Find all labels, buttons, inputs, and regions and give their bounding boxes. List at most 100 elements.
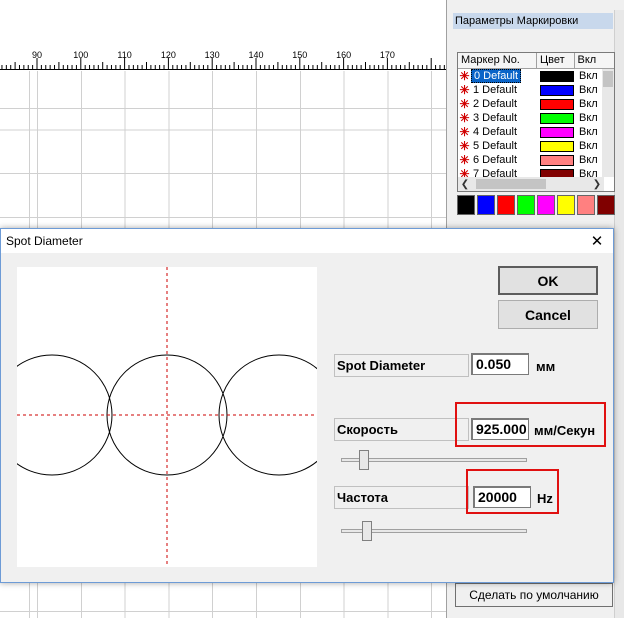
spot-diameter-label: Spot Diameter (334, 354, 469, 377)
ruler-tick-label: 90 (31, 50, 43, 60)
marker-name: 2 Default (473, 98, 518, 110)
marker-on-cell[interactable]: Вкл (576, 126, 604, 138)
ruler-tick-label: 160 (336, 50, 352, 60)
marker-color-swatch (540, 126, 574, 138)
marker-star-icon: ✳ (459, 69, 470, 83)
marker-table-vertical-scrollbar[interactable] (602, 69, 614, 177)
marker-name: 0 Default (471, 69, 522, 83)
palette-swatch[interactable] (477, 195, 495, 215)
marker-color-swatch (540, 84, 574, 96)
marker-star-icon: ✳ (459, 111, 470, 125)
panel-title: Параметры Маркировки (453, 13, 613, 29)
marker-table-row[interactable]: ✳ 2 Default Вкл (458, 97, 614, 111)
spot-diameter-unit: мм (536, 359, 556, 374)
marker-table-row[interactable]: ✳ 1 Default Вкл (458, 83, 614, 97)
color-palette (457, 195, 615, 215)
ruler-tick-label: 140 (248, 50, 264, 60)
marker-table-row[interactable]: ✳ 0 Default Вкл (458, 69, 614, 83)
speed-highlight-box (455, 402, 606, 447)
ok-button[interactable]: OK (498, 266, 598, 295)
marker-name-cell: ✳ 5 Default (458, 139, 538, 153)
marker-name-cell: ✳ 4 Default (458, 125, 538, 139)
marker-on-cell[interactable]: Вкл (576, 98, 604, 110)
marker-on-cell[interactable]: Вкл (576, 140, 604, 152)
marker-star-icon: ✳ (459, 83, 470, 97)
ruler-tick-label: 110 (117, 50, 132, 60)
marker-table-body: ✳ 0 Default Вкл ✳ 1 Default Вкл ✳ 2 Default Вкл ✳… (458, 69, 614, 181)
chevron-left-icon[interactable]: ❮ (458, 179, 472, 190)
marker-name-cell: ✳ 2 Default (458, 97, 538, 111)
marker-name: 3 Default (473, 112, 518, 124)
marker-color-cell[interactable] (538, 84, 576, 97)
dialog-titlebar[interactable]: Spot Diameter ✕ (1, 229, 613, 253)
column-header-marker[interactable]: Маркер No. (458, 53, 537, 68)
marker-color-swatch (540, 154, 574, 166)
marker-table-row[interactable]: ✳ 6 Default Вкл (458, 153, 614, 167)
marker-name-cell: ✳ 0 Default (458, 69, 538, 83)
marker-star-icon: ✳ (459, 153, 470, 167)
marker-color-cell[interactable] (538, 70, 576, 83)
marker-name-cell: ✳ 3 Default (458, 111, 538, 125)
palette-swatch[interactable] (577, 195, 595, 215)
marker-table: Маркер No. Цвет Вкл ✳ 0 Default Вкл ✳ 1 Defa… (457, 52, 615, 192)
marker-name: 4 Default (473, 126, 518, 138)
scroll-thumb[interactable] (603, 71, 613, 87)
marker-star-icon: ✳ (459, 139, 470, 153)
marker-table-row[interactable]: ✳ 4 Default Вкл (458, 125, 614, 139)
spot-diameter-input[interactable]: 0.050 (471, 353, 529, 375)
marker-color-swatch (540, 140, 574, 152)
spot-preview (0, 267, 340, 567)
spot-diameter-dialog: Spot Diameter ✕ OK Cancel Spot Diameter … (0, 228, 614, 583)
marker-table-horizontal-scrollbar[interactable]: ❮ ❯ (458, 177, 604, 191)
marker-on-cell[interactable]: Вкл (576, 112, 604, 124)
marker-name-cell: ✳ 6 Default (458, 153, 538, 167)
palette-swatch[interactable] (497, 195, 515, 215)
marker-color-cell[interactable] (538, 140, 576, 153)
column-header-color[interactable]: Цвет (537, 53, 575, 68)
set-default-button[interactable]: Сделать по умолчанию (455, 583, 613, 607)
slider-thumb[interactable] (359, 450, 369, 470)
marker-star-icon: ✳ (459, 97, 470, 111)
marker-color-swatch (540, 98, 574, 110)
palette-swatch[interactable] (517, 195, 535, 215)
marker-name: 6 Default (473, 154, 518, 166)
ruler-tick-label: 130 (204, 50, 220, 60)
marker-on-cell[interactable]: Вкл (576, 154, 604, 166)
palette-swatch[interactable] (537, 195, 555, 215)
marker-color-swatch (540, 70, 574, 82)
slider-thumb[interactable] (362, 521, 372, 541)
close-icon[interactable]: ✕ (587, 231, 607, 251)
speed-slider[interactable] (341, 450, 527, 470)
marker-table-row[interactable]: ✳ 5 Default Вкл (458, 139, 614, 153)
marker-star-icon: ✳ (459, 125, 470, 139)
ruler-tick-label: 120 (160, 50, 176, 60)
marker-table-row[interactable]: ✳ 3 Default Вкл (458, 111, 614, 125)
marker-color-cell[interactable] (538, 98, 576, 111)
panel-scrollbar[interactable] (614, 10, 624, 618)
dialog-title: Spot Diameter (6, 234, 83, 248)
ruler-tick-label: 100 (73, 50, 89, 60)
frequency-slider[interactable] (341, 521, 527, 541)
marker-name: 1 Default (473, 84, 518, 96)
chevron-right-icon[interactable]: ❯ (590, 179, 604, 190)
marker-name-cell: ✳ 1 Default (458, 83, 538, 97)
horizontal-ruler: 90 100 110 120 130 140 150 160 170 (0, 48, 446, 70)
palette-swatch[interactable] (457, 195, 475, 215)
ruler-tick-label: 170 (379, 50, 395, 60)
scroll-thumb[interactable] (476, 179, 546, 189)
cancel-button[interactable]: Cancel (498, 300, 598, 329)
column-header-on[interactable]: Вкл (575, 53, 615, 68)
palette-swatch[interactable] (597, 195, 615, 215)
marker-on-cell[interactable]: Вкл (576, 70, 604, 82)
marker-on-cell[interactable]: Вкл (576, 84, 604, 96)
marker-color-cell[interactable] (538, 112, 576, 125)
marker-color-swatch (540, 112, 574, 124)
palette-swatch[interactable] (557, 195, 575, 215)
speed-label: Скорость (334, 418, 469, 441)
marker-color-cell[interactable] (538, 126, 576, 139)
marker-name: 5 Default (473, 140, 518, 152)
frequency-label: Частота (334, 486, 469, 509)
marker-color-cell[interactable] (538, 154, 576, 167)
marker-table-header: Маркер No. Цвет Вкл (458, 53, 614, 69)
ruler-tick-label: 150 (292, 50, 308, 60)
